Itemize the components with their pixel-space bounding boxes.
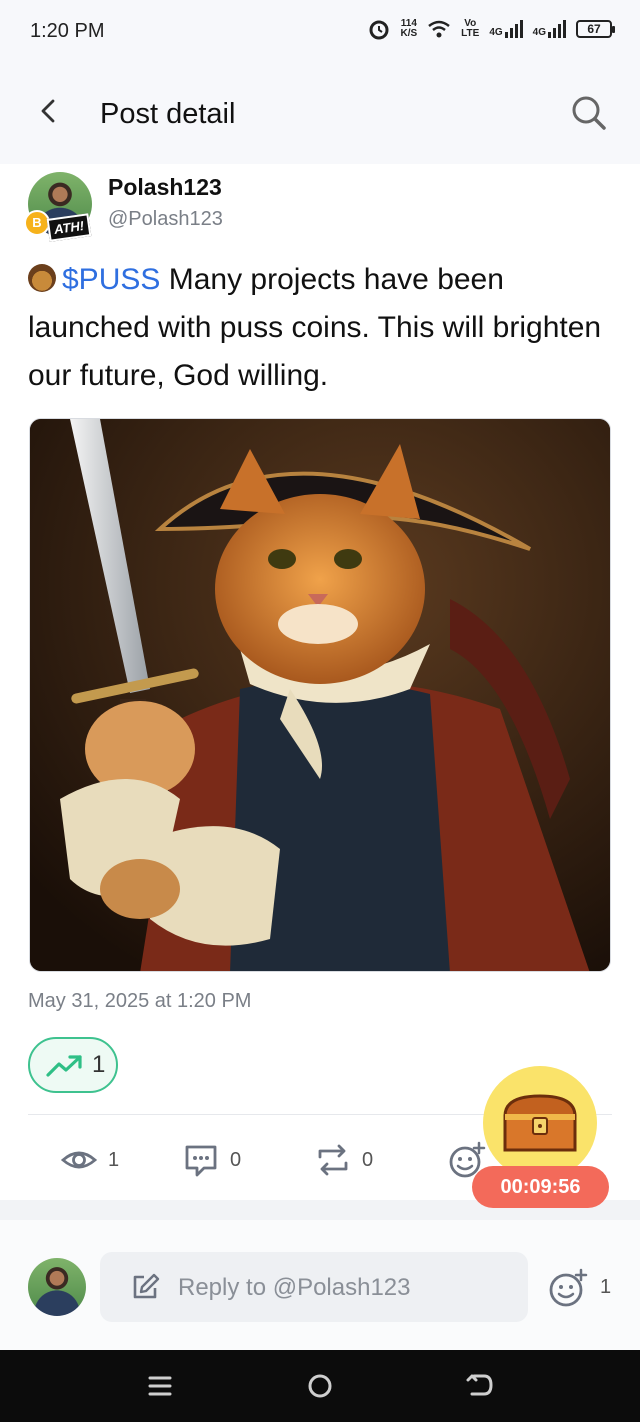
menu-icon[interactable] <box>144 1370 176 1402</box>
treasure-chest-button[interactable] <box>483 1066 597 1180</box>
coin-badge-icon: B <box>24 210 50 236</box>
alarm-icon <box>369 20 389 40</box>
reply-reaction-count: 1 <box>600 1276 612 1298</box>
post-image[interactable] <box>29 418 611 972</box>
views-button[interactable]: 1 <box>60 1140 119 1180</box>
back-icon[interactable] <box>464 1370 496 1402</box>
edit-icon <box>133 1273 160 1299</box>
status-bar: 1:20 PM 114 K/S Vo LTE 4G 4G 67 <box>0 0 640 62</box>
trend-button[interactable]: 1 <box>28 1037 118 1093</box>
signal-1: 4G <box>489 20 523 38</box>
trending-up-icon <box>46 1055 82 1077</box>
chevron-left-icon[interactable] <box>34 96 64 126</box>
eye-icon <box>60 1151 98 1169</box>
signal-2: 4G <box>533 20 566 38</box>
battery-indicator: 67 <box>576 20 615 38</box>
volte-indicator: Vo LTE <box>461 18 480 39</box>
trend-count: 1 <box>92 1051 106 1078</box>
signal-bars-icon <box>548 20 566 38</box>
comment-count: 0 <box>230 1148 242 1171</box>
cat-illustration <box>30 419 610 971</box>
reply-input[interactable]: Reply to @Polash123 <box>100 1252 528 1322</box>
comment-icon <box>185 1145 217 1177</box>
add-reaction-icon[interactable] <box>548 1268 588 1308</box>
avatar <box>28 1258 86 1316</box>
repost-icon <box>318 1144 348 1176</box>
status-time: 1:20 PM <box>30 20 105 42</box>
post-timestamp: May 31, 2025 at 1:20 PM <box>28 990 252 1012</box>
app-header: Post detail <box>0 62 640 164</box>
repost-button[interactable]: 0 <box>314 1140 373 1180</box>
reward-timer: 00:09:56 <box>472 1166 609 1208</box>
author-handle[interactable]: @Polash123 <box>108 208 223 231</box>
page-title: Post detail <box>100 98 236 130</box>
home-icon[interactable] <box>304 1370 336 1402</box>
signal-bars-icon <box>504 20 523 38</box>
token-icon <box>28 264 56 292</box>
search-icon[interactable] <box>570 94 608 132</box>
system-nav-bar <box>0 1350 640 1422</box>
post-author: B ATH! Polash123 @Polash123 <box>24 172 588 242</box>
reply-bar: Reply to @Polash123 1 <box>0 1220 640 1350</box>
views-count: 1 <box>108 1148 120 1171</box>
comment-button[interactable]: 0 <box>182 1140 241 1180</box>
ticker-link[interactable]: $PUSS <box>62 263 160 296</box>
net-speed: 114 K/S <box>400 18 418 39</box>
repost-count: 0 <box>362 1148 374 1171</box>
reply-placeholder: Reply to @Polash123 <box>178 1274 411 1301</box>
ath-badge: ATH! <box>46 213 92 242</box>
treasure-chest-icon <box>503 1094 577 1152</box>
status-icons: 114 K/S Vo LTE 4G 4G 67 <box>368 18 615 40</box>
author-name[interactable]: Polash123 <box>108 174 222 201</box>
post-body: $PUSS Many projects have been launched w… <box>28 256 608 400</box>
wifi-icon <box>428 20 450 38</box>
